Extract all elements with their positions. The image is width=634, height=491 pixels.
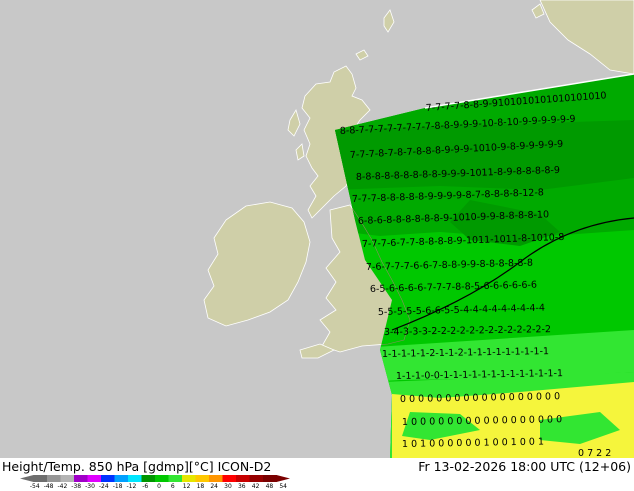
footer-bar: Height/Temp. 850 hPa [gdmp][°C] ICON-D2 … — [0, 458, 634, 490]
colorbar-swatch — [195, 475, 210, 482]
colorbar-swatch — [114, 475, 129, 482]
colorbar-swatch — [263, 475, 277, 482]
colorbar-swatch — [236, 475, 250, 482]
map-canvas[interactable]: 7-7-7-7-8-8-9-9101010101010101010 8-8-7-… — [0, 0, 634, 459]
valid-time: Fr 13-02-2026 18:00 UTC (12+06) — [418, 459, 631, 474]
colorbar-swatch — [249, 475, 264, 482]
colorbar-tick-label: 54 — [279, 483, 288, 490]
colorbar-tick-label: 6 — [170, 483, 175, 490]
temp-label-row: 0 7 2 2 — [578, 448, 611, 458]
colorbar-tick-label: 36 — [237, 483, 246, 490]
colorbar-swatch — [222, 475, 237, 482]
colorbar-swatch — [74, 475, 88, 482]
colorbar-tick-label: -6 — [142, 483, 149, 490]
colorbar — [20, 475, 290, 482]
colorbar-swatch — [101, 475, 115, 482]
colorbar-tick-label: 24 — [210, 483, 219, 490]
colorbar-tick-label: 30 — [224, 483, 232, 490]
colorbar-swatch — [155, 475, 169, 482]
colorbar-tick-label: -30 — [85, 483, 95, 490]
colorbar-swatch — [87, 475, 102, 482]
colorbar-tick-label: -54 — [29, 483, 40, 490]
colorbar-tick-label: -38 — [71, 483, 82, 490]
colorbar-tick-label: -18 — [112, 483, 123, 490]
colorbar-swatch — [60, 475, 75, 482]
colorbar-arrow-right — [276, 475, 290, 482]
colorbar-tick-label: 18 — [196, 483, 205, 490]
map-svg: 7-7-7-7-8-8-9-9101010101010101010 8-8-7-… — [0, 0, 634, 459]
colorbar-tick-label: -48 — [43, 483, 54, 490]
colorbar-swatch — [33, 475, 48, 482]
colorbar-tick-label: -24 — [98, 483, 109, 490]
colorbar-swatch — [141, 475, 156, 482]
colorbar-tick-label: 0 — [157, 483, 161, 490]
map-title: Height/Temp. 850 hPa [gdmp][°C] ICON-D2 — [2, 459, 272, 474]
colorbar-swatch — [128, 475, 142, 482]
colorbar-tick-label: -12 — [126, 483, 137, 490]
colorbar-arrow-left — [20, 475, 34, 482]
colorbar-tick-label: 42 — [251, 483, 260, 490]
colorbar-swatch — [182, 475, 196, 482]
colorbar-tick-label: 48 — [265, 483, 274, 490]
colorbar-tick-label: -42 — [57, 483, 68, 490]
colorbar-swatch — [209, 475, 223, 482]
colorbar-tick-label: 12 — [182, 483, 191, 490]
colorbar-swatch — [47, 475, 61, 482]
colorbar-swatch — [168, 475, 183, 482]
